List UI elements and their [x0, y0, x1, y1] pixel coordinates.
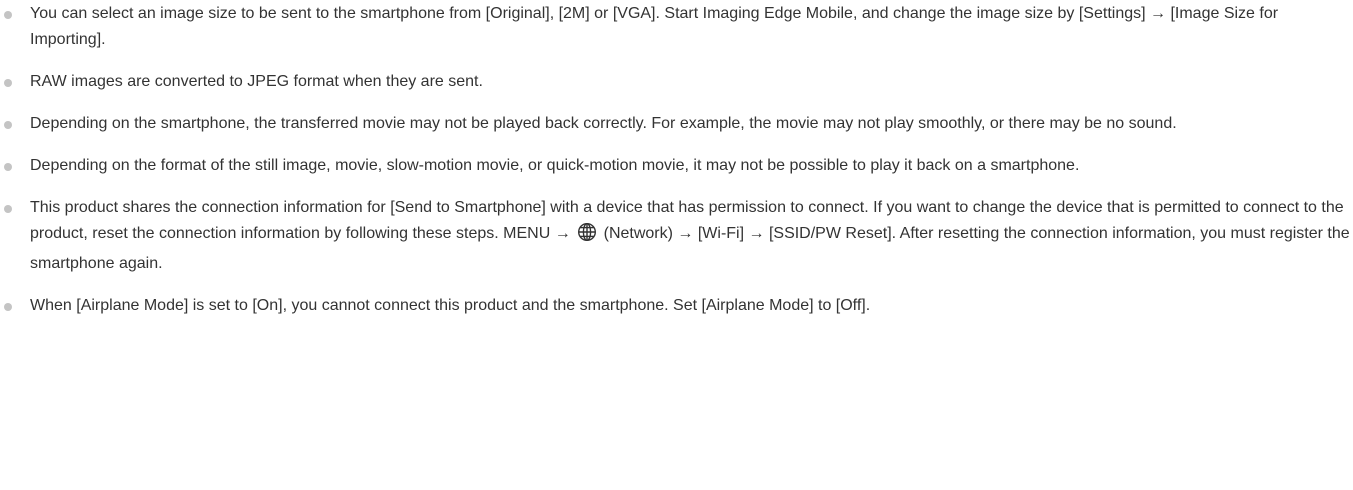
note-text: RAW images are converted to JPEG format …	[30, 73, 483, 90]
note-item: You can select an image size to be sent …	[0, 1, 1353, 53]
note-item: Depending on the format of the still ima…	[0, 153, 1353, 179]
notes-list: You can select an image size to be sent …	[0, 1, 1353, 319]
bullet-icon	[4, 121, 12, 129]
note-text: Depending on the smartphone, the transfe…	[30, 115, 1177, 132]
note-text: You can select an image size to be sent …	[30, 5, 1279, 48]
note-item: RAW images are converted to JPEG format …	[0, 69, 1353, 95]
note-item: This product shares the connection infor…	[0, 195, 1353, 277]
bullet-icon	[4, 163, 12, 171]
bullet-icon	[4, 303, 12, 311]
note-item: When [Airplane Mode] is set to [On], you…	[0, 293, 1353, 319]
bullet-icon	[4, 79, 12, 87]
note-text: Depending on the format of the still ima…	[30, 157, 1080, 174]
note-item: Depending on the smartphone, the transfe…	[0, 111, 1353, 137]
bullet-icon	[4, 11, 12, 19]
network-globe-icon	[577, 222, 597, 251]
bullet-icon	[4, 205, 12, 213]
note-text: When [Airplane Mode] is set to [On], you…	[30, 297, 871, 314]
